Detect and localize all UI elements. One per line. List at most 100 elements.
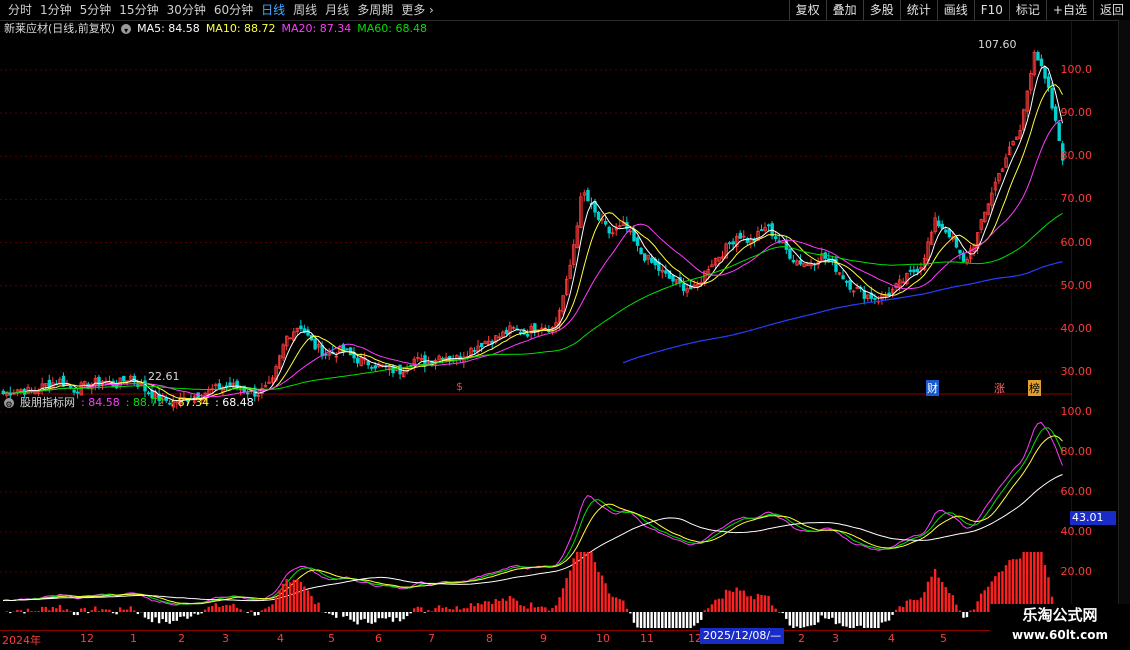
histogram-bar (193, 612, 196, 614)
histogram-bar (657, 612, 660, 628)
indicator-tick: 20.00 (1060, 565, 1093, 578)
time-tick: 8 (486, 632, 493, 645)
histogram-bar (979, 593, 983, 612)
histogram-bar (756, 593, 760, 612)
period-tab[interactable]: 更多 › (397, 2, 438, 18)
period-tab[interactable]: 30分钟 (163, 2, 210, 18)
period-tab[interactable]: 日线 (257, 2, 289, 18)
period-tab[interactable]: 60分钟 (210, 2, 257, 18)
histogram-bar (909, 599, 912, 612)
action-button[interactable]: 多股 (862, 0, 900, 20)
candle-body (791, 260, 796, 263)
candle-body (731, 241, 735, 245)
time-tick: 6 (375, 632, 382, 645)
period-tab[interactable]: 多周期 (353, 2, 397, 18)
indicator-v4: : 68.48 (215, 396, 254, 409)
histogram-bar (267, 606, 271, 612)
ma5-label: MA5: 84.58 (137, 22, 200, 35)
period-tab[interactable]: 月线 (321, 2, 353, 18)
histogram-bar (441, 608, 444, 612)
histogram-bar (809, 612, 813, 626)
event-marker-zhang[interactable]: 涨 (994, 380, 1005, 396)
candle-body (937, 220, 941, 227)
histogram-bar (5, 611, 8, 612)
histogram-bar (498, 600, 501, 612)
histogram-bar (331, 612, 334, 616)
action-button[interactable]: 画线 (936, 0, 974, 20)
action-button[interactable]: 标记 (1008, 0, 1046, 20)
histogram-bar (189, 612, 193, 617)
indicator-legend: ⚙ 股朋指标网 : 84.58 : 88.72 : 87.34 : 68.48 (4, 396, 254, 410)
histogram-bar (696, 612, 699, 624)
price-tick: 80.00 (1060, 149, 1093, 163)
histogram-bar (891, 612, 894, 615)
histogram-bar (228, 605, 232, 612)
histogram-bar (352, 612, 356, 622)
histogram-bar (420, 607, 423, 612)
histogram-bar (870, 612, 873, 628)
action-button[interactable]: 复权 (788, 0, 826, 20)
candle-body (681, 283, 686, 292)
candle-body (947, 228, 952, 238)
candle-body (235, 380, 239, 389)
histogram-bar (327, 612, 331, 614)
price-tick: 90.00 (1060, 106, 1093, 120)
histogram-bar (157, 612, 161, 624)
histogram-bar (303, 586, 306, 612)
histogram-bar (250, 610, 253, 612)
candle-body (944, 229, 948, 233)
indicator-line (2, 427, 1063, 605)
period-tab[interactable]: 1分钟 (36, 2, 76, 18)
histogram-bar (377, 612, 380, 619)
action-button[interactable]: F10 (973, 0, 1009, 20)
action-buttons: 复权 叠加 多股 统计 画线 F10 标记 +自选 返回 (788, 0, 1130, 20)
histogram-bar (398, 612, 402, 622)
event-marker-cai[interactable]: 财 (926, 380, 939, 396)
candle-body (635, 237, 640, 246)
period-tab[interactable]: 周线 (289, 2, 321, 18)
period-tab[interactable]: 分时 (4, 2, 36, 18)
histogram-bar (494, 598, 497, 612)
histogram-bar (707, 608, 710, 612)
action-button[interactable]: +自选 (1045, 0, 1093, 20)
histogram-bar (402, 612, 405, 620)
histogram-bar (168, 612, 171, 624)
action-button[interactable]: 叠加 (825, 0, 863, 20)
histogram-bar (310, 595, 313, 612)
time-tick: 1 (130, 632, 137, 645)
histogram-bar (395, 612, 398, 618)
event-marker-s[interactable]: $ (456, 380, 463, 393)
histogram-bar (767, 595, 770, 612)
histogram-bar (108, 609, 111, 612)
period-tab[interactable]: 15分钟 (115, 2, 162, 18)
time-tick: 3 (222, 632, 229, 645)
time-tick: 4 (888, 632, 895, 645)
candle-body (299, 325, 303, 330)
candle-body (313, 338, 317, 350)
histogram-bar (604, 583, 607, 612)
event-marker-bang[interactable]: 榜 (1028, 380, 1041, 396)
histogram-bar (522, 606, 526, 612)
indicator-settings-icon[interactable]: ⚙ (4, 398, 14, 409)
histogram-bar (374, 612, 377, 623)
histogram-bar (802, 612, 806, 628)
histogram-bar (838, 612, 841, 624)
candle-body (246, 392, 250, 395)
period-tab[interactable]: 5分钟 (76, 2, 116, 18)
histogram-bar (76, 612, 79, 616)
histogram-bar (345, 612, 349, 617)
histogram-bar (306, 590, 310, 612)
action-button[interactable]: 返回 (1092, 0, 1130, 20)
candle-body (526, 333, 530, 337)
action-button[interactable]: 统计 (899, 0, 937, 20)
histogram-bar (335, 612, 338, 618)
ma10-label: MA10: 88.72 (205, 22, 276, 35)
histogram-bar (855, 612, 859, 627)
histogram-bar (894, 609, 898, 612)
settings-circle-icon[interactable]: ▾ (121, 24, 132, 35)
histogram-bar (873, 612, 877, 628)
histogram-bar (434, 608, 437, 612)
candle-body (355, 357, 360, 364)
candle-body (774, 236, 778, 239)
candle-body (479, 342, 484, 348)
